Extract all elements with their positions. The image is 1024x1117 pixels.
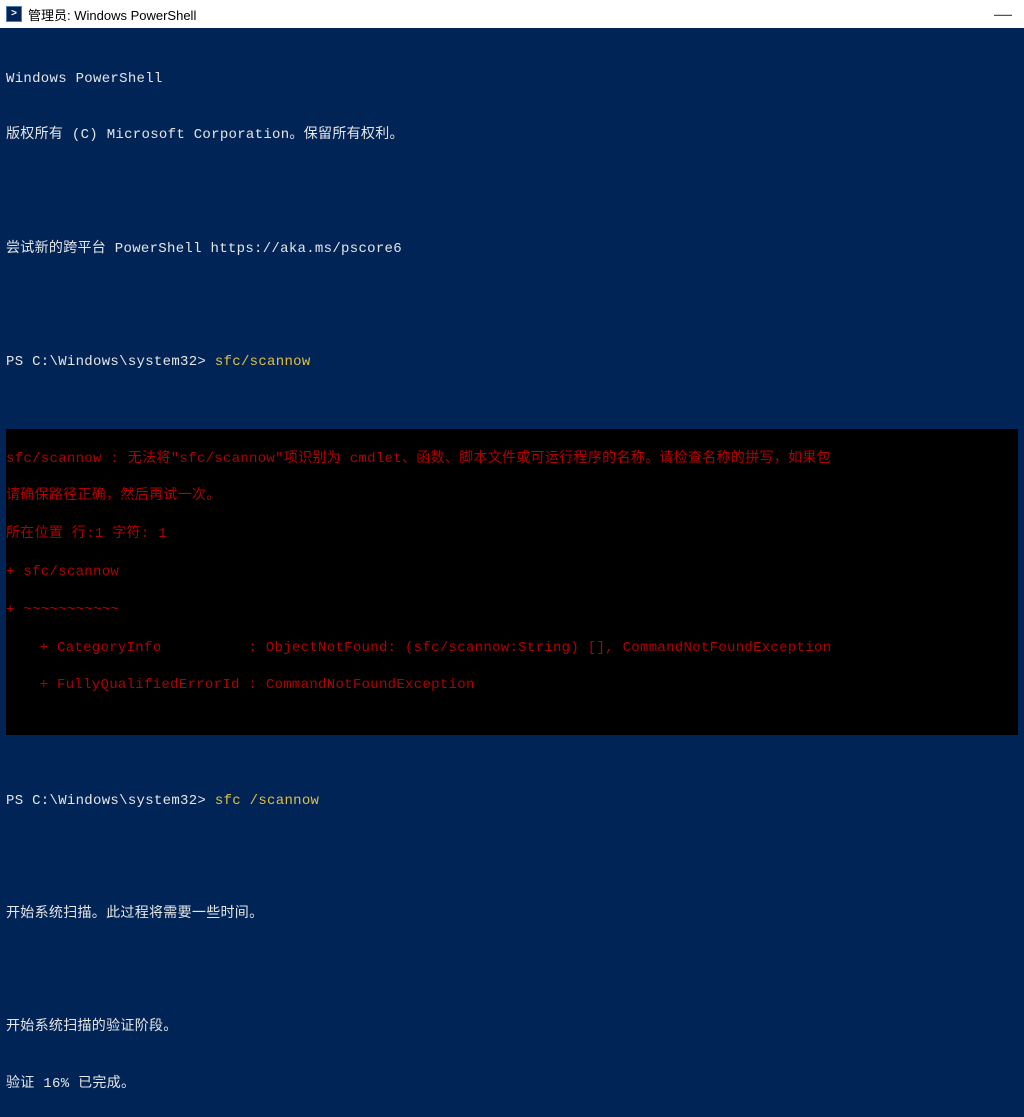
window-title: 管理员: Windows PowerShell xyxy=(28,5,196,24)
output-line: 开始系统扫描的验证阶段。 xyxy=(6,1018,1018,1037)
command-line-1: PS C:\Windows\system32> sfc/scannow xyxy=(6,353,1018,372)
command-line-2: PS C:\Windows\system32> sfc /scannow xyxy=(6,792,1018,811)
header-line: Windows PowerShell xyxy=(6,70,1018,89)
powershell-icon: > xyxy=(6,6,22,22)
prompt-text: PS C:\Windows\system32> xyxy=(6,793,215,809)
error-line: + sfc/scannow xyxy=(6,563,1018,582)
command-input-1: sfc/scannow xyxy=(215,354,311,370)
blank-line xyxy=(6,183,1018,202)
output-progress-line: 验证 16% 已完成。 xyxy=(6,1075,1018,1094)
error-line: + ~~~~~~~~~~~ xyxy=(6,601,1018,620)
terminal-viewport[interactable]: Windows PowerShell 版权所有 (C) Microsoft Co… xyxy=(0,28,1024,1117)
window-titlebar[interactable]: > 管理员: Windows PowerShell — xyxy=(0,0,1024,28)
command-input-2: sfc /scannow xyxy=(215,793,319,809)
error-line-category: + CategoryInfo : ObjectNotFound: (sfc/sc… xyxy=(6,639,1018,658)
output-line: 开始系统扫描。此过程将需要一些时间。 xyxy=(6,905,1018,924)
error-blank xyxy=(6,714,1018,733)
blank-line xyxy=(6,962,1018,981)
error-line: 请确保路径正确，然后再试一次。 xyxy=(6,487,1018,506)
error-line: 所在位置 行:1 字符: 1 xyxy=(6,525,1018,544)
error-line: sfc/scannow : 无法将"sfc/scannow"项识别为 cmdle… xyxy=(6,450,1018,469)
powershell-icon-glyph: > xyxy=(11,9,17,20)
error-block: sfc/scannow : 无法将"sfc/scannow"项识别为 cmdle… xyxy=(6,429,1018,735)
header-line: 版权所有 (C) Microsoft Corporation。保留所有权利。 xyxy=(6,126,1018,145)
header-line: 尝试新的跨平台 PowerShell https://aka.ms/pscore… xyxy=(6,240,1018,259)
blank-line xyxy=(6,848,1018,867)
blank-line xyxy=(6,296,1018,315)
error-line-errorid: + FullyQualifiedErrorId : CommandNotFoun… xyxy=(6,676,1018,695)
minimize-icon[interactable]: — xyxy=(988,5,1018,23)
prompt-text: PS C:\Windows\system32> xyxy=(6,354,215,370)
